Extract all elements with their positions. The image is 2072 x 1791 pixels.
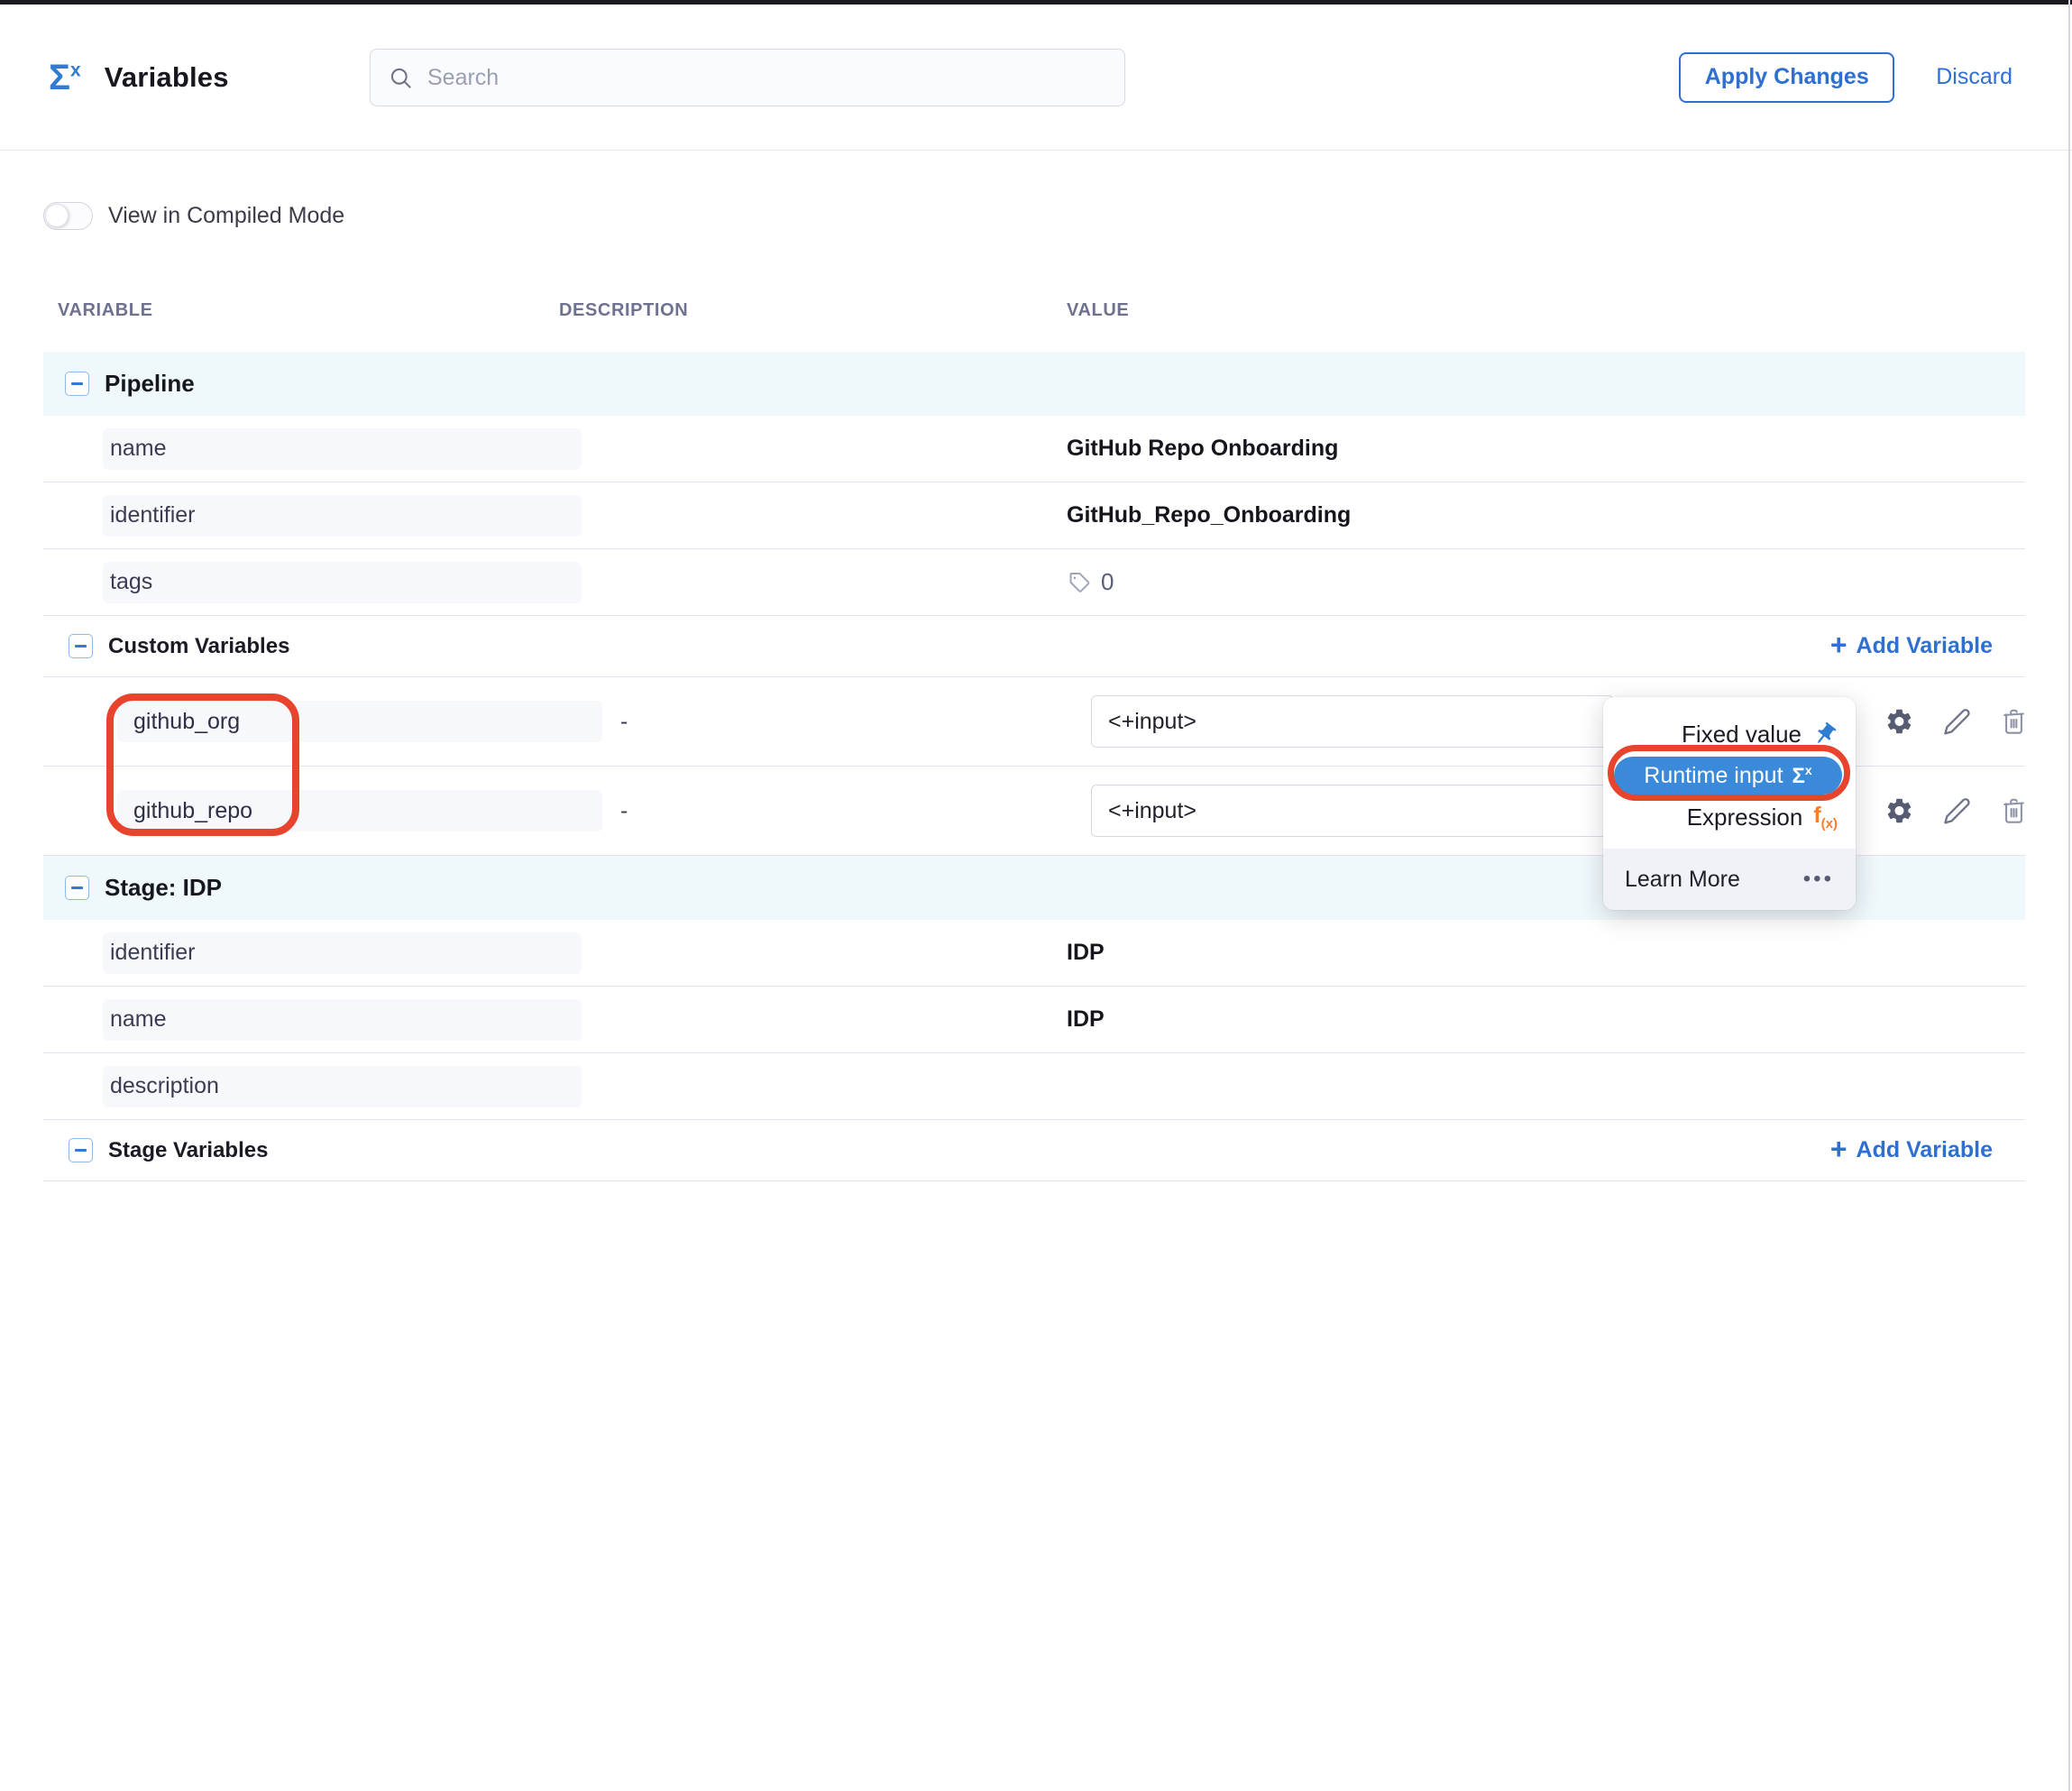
value-input-github-repo[interactable]: <+input> — [1091, 785, 1614, 837]
table-row-pipeline-tags: tags 0 — [43, 549, 2025, 616]
panel-header: Σx Variables Apply Changes Discard — [0, 5, 2072, 151]
collapse-icon[interactable] — [65, 372, 89, 396]
value-input-github-org[interactable]: <+input> — [1091, 695, 1614, 748]
variable-name-field: name — [103, 428, 582, 470]
delete-trash-icon[interactable] — [2000, 708, 2028, 736]
group-row-custom-variables: Custom Variables + Add Variable — [43, 616, 2025, 677]
description-cell: - — [559, 798, 1067, 824]
plus-icon: + — [1830, 630, 1847, 659]
menu-item-expression[interactable]: Expression f(x) — [1603, 794, 1856, 840]
row-actions — [1884, 707, 2028, 737]
table-row-pipeline-name: name GitHub Repo Onboarding — [43, 416, 2025, 482]
table-row-stage-description: description — [43, 1053, 2025, 1120]
toggle-knob — [45, 204, 69, 227]
search-box[interactable] — [370, 49, 1125, 106]
edit-pencil-icon[interactable] — [1942, 796, 1972, 826]
value-pipeline-identifier: GitHub_Repo_Onboarding — [1067, 502, 2025, 528]
delete-trash-icon[interactable] — [2000, 797, 2028, 825]
collapse-icon[interactable] — [69, 1138, 93, 1162]
collapse-icon[interactable] — [69, 634, 93, 658]
apply-changes-button[interactable]: Apply Changes — [1679, 52, 1894, 103]
group-row-stage-variables: Stage Variables + Add Variable — [43, 1120, 2025, 1181]
variable-name-field: name — [103, 999, 582, 1041]
table-row-pipeline-identifier: identifier GitHub_Repo_Onboarding — [43, 482, 2025, 549]
compiled-mode-label: View in Compiled Mode — [108, 203, 344, 229]
variable-name-github-repo: github_repo — [117, 790, 602, 831]
section-title-pipeline: Pipeline — [105, 370, 195, 398]
more-options-dots-icon[interactable]: ••• — [1803, 867, 1834, 892]
collapse-icon[interactable] — [65, 876, 89, 900]
variables-panel: Σx Variables Apply Changes Discard View … — [0, 0, 2072, 1791]
menu-item-fixed-value[interactable]: Fixed value — [1603, 712, 1856, 757]
description-cell: - — [559, 709, 1067, 735]
settings-gear-icon[interactable] — [1884, 707, 1914, 737]
value-stage-identifier: IDP — [1067, 940, 2025, 966]
menu-footer: Learn More ••• — [1603, 849, 1856, 910]
scrollbar-track[interactable] — [2068, 0, 2070, 1791]
column-header-description: DESCRIPTION — [559, 300, 1067, 321]
table-column-headers: VARIABLE DESCRIPTION VALUE — [43, 300, 2025, 321]
search-input[interactable] — [426, 64, 1060, 92]
compiled-mode-toggle[interactable] — [43, 202, 93, 230]
add-variable-button[interactable]: + Add Variable — [1830, 633, 1993, 659]
discard-button[interactable]: Discard — [1936, 64, 2012, 90]
header-actions: Apply Changes Discard — [1679, 5, 2012, 150]
plus-icon: + — [1830, 1134, 1847, 1163]
variable-name-field: identifier — [103, 495, 582, 537]
page-title: Variables — [105, 61, 229, 94]
variable-name-field: tags — [103, 562, 582, 603]
value-type-menu: Fixed value Runtime input Σx Expression … — [1603, 697, 1856, 910]
value-pipeline-tags: 0 — [1067, 568, 2025, 596]
variable-name-field: identifier — [103, 932, 582, 974]
section-row-pipeline: Pipeline — [43, 352, 2025, 416]
edit-pencil-icon[interactable] — [1942, 707, 1972, 737]
row-actions — [1884, 796, 2028, 826]
group-title-stage-variables: Stage Variables — [108, 1138, 268, 1163]
tag-icon — [1067, 570, 1092, 595]
section-title-stage-idp: Stage: IDP — [105, 874, 222, 902]
fx-icon: f(x) — [1813, 803, 1838, 831]
variable-name-github-org: github_org — [117, 701, 602, 742]
menu-item-runtime-input[interactable]: Runtime input Σx — [1614, 757, 1842, 794]
compiled-mode-row: View in Compiled Mode — [43, 201, 2072, 230]
table-row-stage-name: name IDP — [43, 987, 2025, 1053]
variable-name-field: description — [103, 1066, 582, 1107]
learn-more-link[interactable]: Learn More — [1625, 867, 1740, 893]
column-header-value: VALUE — [1067, 300, 2025, 321]
pin-icon — [1807, 716, 1842, 751]
settings-gear-icon[interactable] — [1884, 796, 1914, 826]
value-pipeline-name: GitHub Repo Onboarding — [1067, 436, 2025, 462]
table-row-stage-identifier: identifier IDP — [43, 920, 2025, 987]
search-icon — [389, 66, 413, 90]
group-title-custom-variables: Custom Variables — [108, 634, 289, 659]
variables-sigma-icon: Σx — [49, 60, 81, 96]
value-stage-name: IDP — [1067, 1006, 2025, 1033]
add-variable-button[interactable]: + Add Variable — [1830, 1137, 1993, 1163]
sigma-icon: Σx — [1792, 763, 1812, 789]
column-header-variable: VARIABLE — [43, 300, 559, 321]
tag-count: 0 — [1101, 568, 1114, 596]
